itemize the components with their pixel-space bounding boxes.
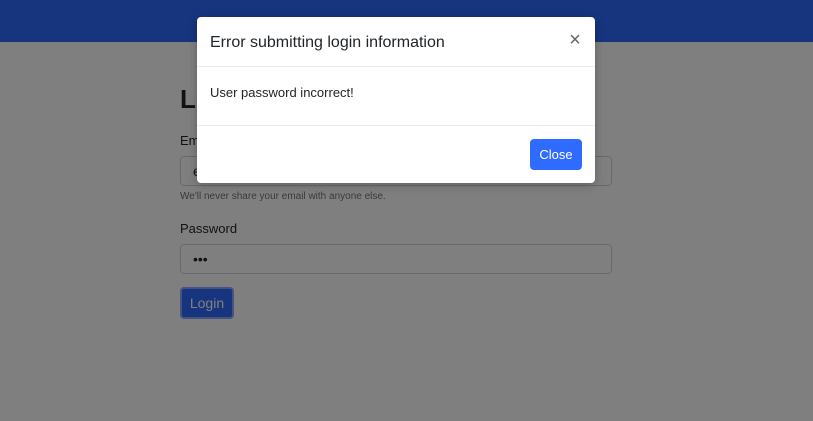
modal-header: Error submitting login information × [197, 17, 595, 67]
modal-title: Error submitting login information [210, 34, 445, 51]
modal-footer: Close [197, 126, 595, 183]
modal-message: User password incorrect! [210, 85, 354, 100]
modal-body: User password incorrect! [197, 67, 595, 126]
close-icon[interactable]: × [565, 30, 585, 50]
close-button[interactable]: Close [530, 139, 582, 170]
error-modal: Error submitting login information × Use… [197, 17, 595, 183]
